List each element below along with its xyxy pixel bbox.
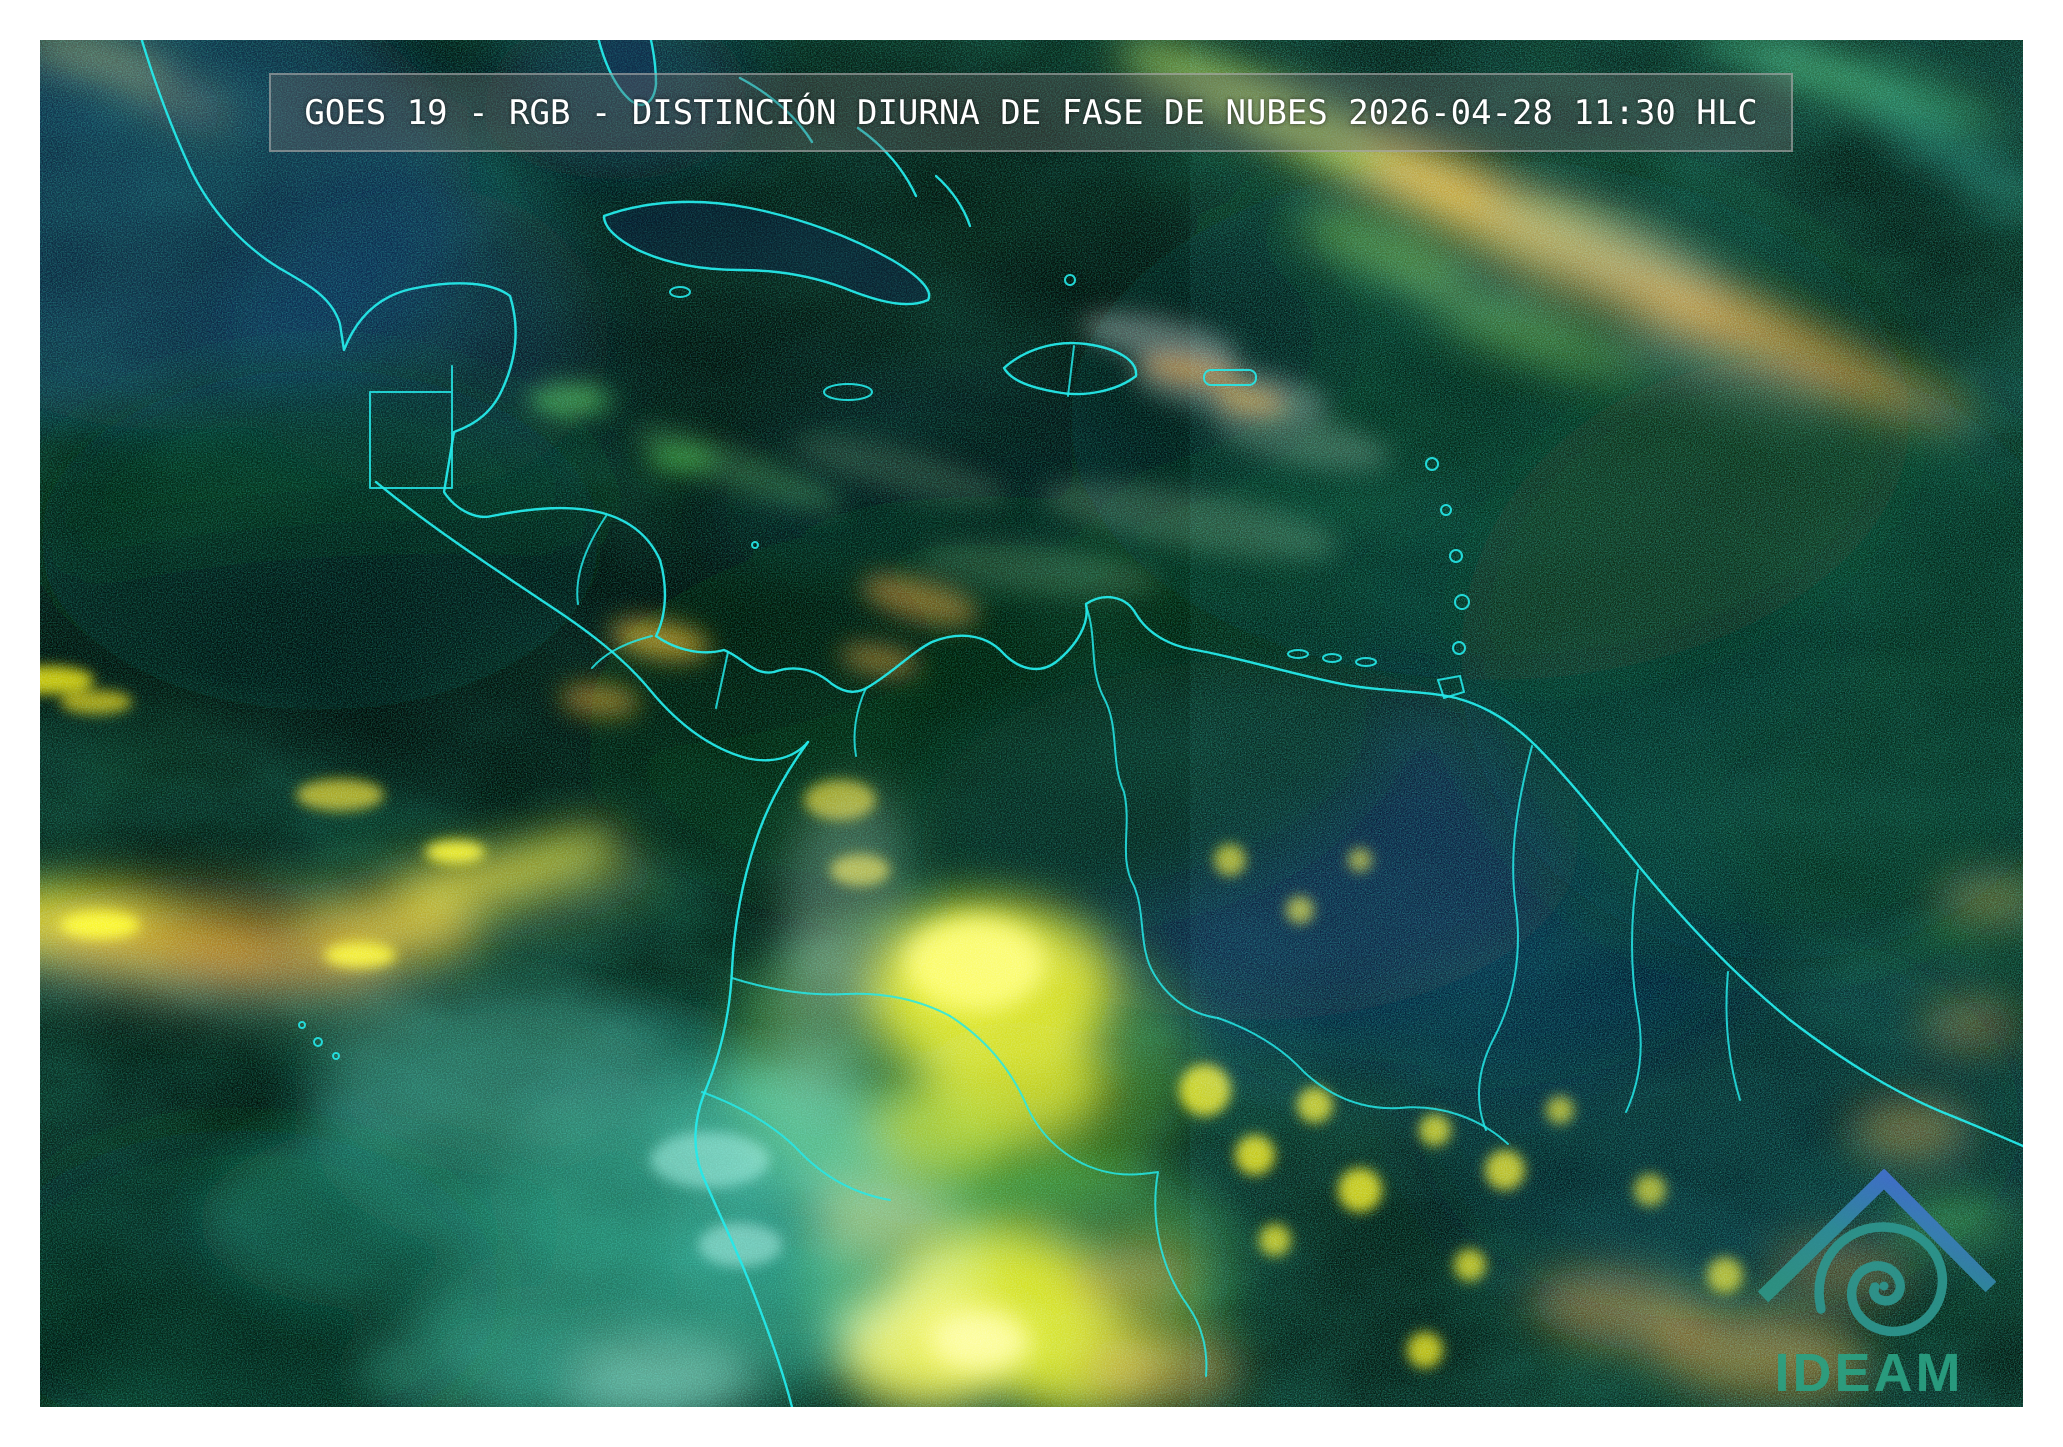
satellite-scene [40, 40, 2023, 1407]
ideam-logo: IDEAM [1757, 1169, 1997, 1401]
logo-text: IDEAM [1775, 1343, 1964, 1401]
logo-spiral-eye-icon [1880, 1282, 1889, 1291]
title-banner: GOES 19 - RGB - DISTINCIÓN DIURNA DE FAS… [269, 73, 1793, 152]
logo-spiral-icon [1819, 1227, 1942, 1331]
logo-roof-icon [1763, 1179, 1991, 1297]
banner-title-text: GOES 19 - RGB - DISTINCIÓN DIURNA DE FAS… [304, 93, 1757, 133]
satellite-map: GOES 19 - RGB - DISTINCIÓN DIURNA DE FAS… [40, 40, 2023, 1407]
image-frame: GOES 19 - RGB - DISTINCIÓN DIURNA DE FAS… [0, 0, 2063, 1447]
